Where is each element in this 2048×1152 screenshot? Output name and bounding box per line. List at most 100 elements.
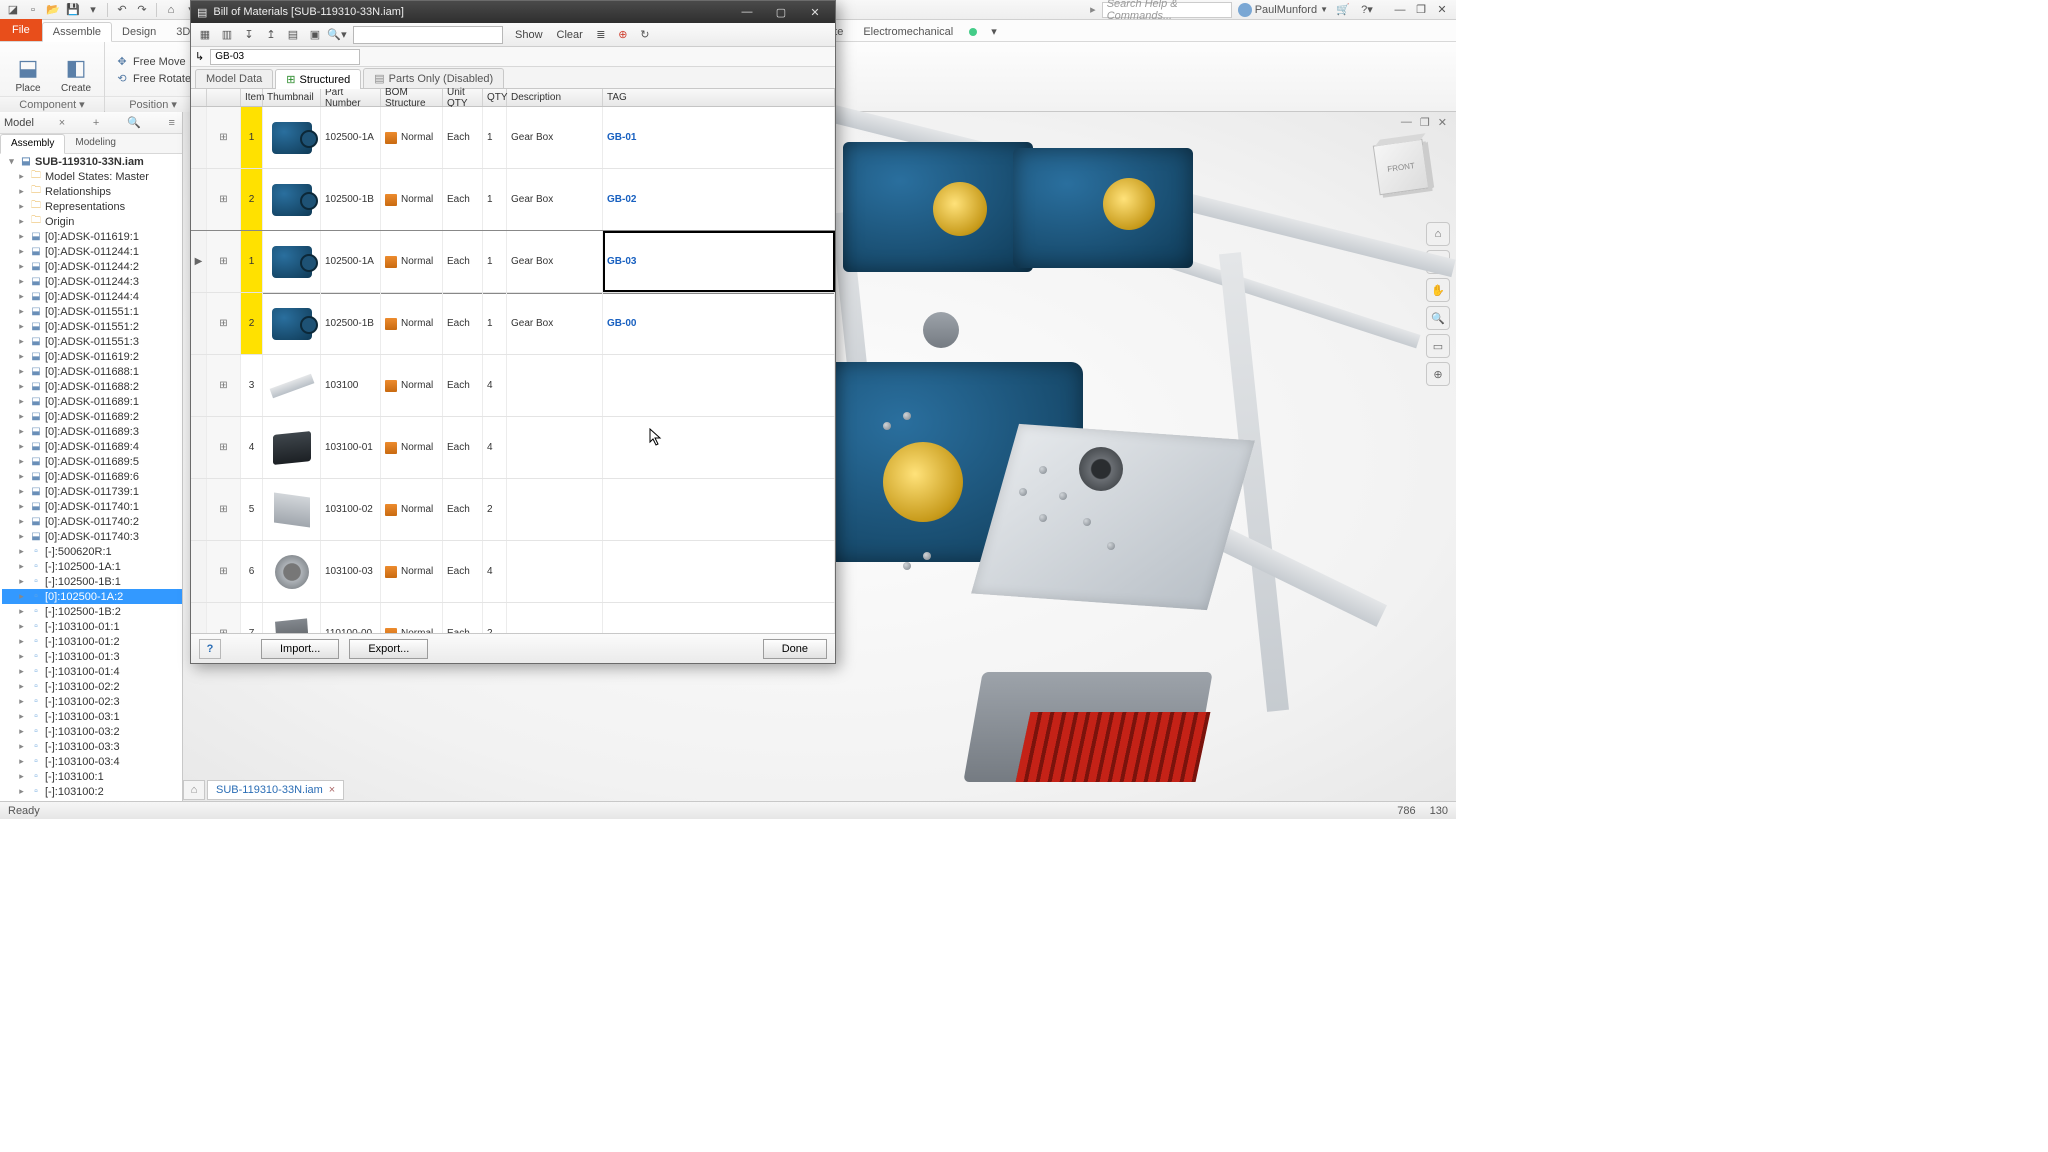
bom-row[interactable]: ⊞4103100-01NormalEach4 (191, 417, 835, 479)
open-icon[interactable]: 📂 (44, 2, 62, 18)
dialog-help-button[interactable]: ? (199, 639, 221, 659)
tree-node[interactable]: ▸▫[-]:103100-01:2 (2, 634, 182, 649)
tree-node[interactable]: ▸▫[-]:103100-02:2 (2, 679, 182, 694)
tool-find-icon[interactable]: 🔍▾ (327, 25, 347, 45)
redo-icon[interactable]: ↷ (133, 2, 151, 18)
free-move-button[interactable]: ✥Free Move (111, 54, 195, 70)
save-icon[interactable]: 💾 (64, 2, 82, 18)
bom-row[interactable]: ⊞2102500-1BNormalEach1Gear BoxGB-02 (191, 169, 835, 231)
tool-props-icon[interactable]: ≣ (591, 25, 611, 45)
show-button[interactable]: Show (509, 27, 549, 43)
bom-grid[interactable]: ⊞1102500-1ANormalEach1Gear BoxGB-01⊞2102… (191, 107, 835, 633)
tree-node[interactable]: ▸⬓[0]:ADSK-011689:5 (2, 454, 182, 469)
tree-node[interactable]: ▸⬓[0]:ADSK-011244:4 (2, 289, 182, 304)
bom-row[interactable]: ⊞5103100-02NormalEach2 (191, 479, 835, 541)
dialog-maximize-button[interactable]: ▢ (767, 6, 795, 19)
minimize-button[interactable]: — (1390, 2, 1410, 18)
dialog-minimize-button[interactable]: — (733, 6, 761, 18)
bom-search-input[interactable] (210, 49, 360, 65)
bom-row[interactable]: ⊞6103100-03NormalEach4 (191, 541, 835, 603)
tree-node[interactable]: ▸⬓[0]:ADSK-011689:4 (2, 439, 182, 454)
app-icon[interactable]: ◪ (4, 2, 22, 18)
tree-node[interactable]: ▸⬓[0]:ADSK-011740:2 (2, 514, 182, 529)
home-icon[interactable]: ⌂ (162, 2, 180, 18)
tree-node[interactable]: ▸▫[-]:103100-01:4 (2, 664, 182, 679)
tree-node[interactable]: ▸🗀Representations (2, 199, 182, 214)
tree-node[interactable]: ▸⬓[0]:ADSK-011689:6 (2, 469, 182, 484)
col-bomstructure[interactable]: BOM Structure (381, 89, 443, 106)
model-tree[interactable]: ▾⬓SUB-119310-33N.iam▸🗀Model States: Mast… (0, 154, 182, 801)
tree-node[interactable]: ▸⬓[0]:ADSK-011740:1 (2, 499, 182, 514)
create-button[interactable]: ◧Create (54, 44, 98, 96)
browser-add-icon[interactable]: + (90, 117, 102, 129)
col-qty[interactable]: QTY (483, 89, 507, 106)
ribbon-options-icon[interactable]: ▾ (981, 22, 1007, 41)
search-nav-icon[interactable]: ↳ (195, 50, 204, 63)
help-search-input[interactable]: Search Help & Commands... (1102, 2, 1232, 18)
col-description[interactable]: Description (507, 89, 603, 106)
tool-group-icon[interactable]: ▥ (217, 25, 237, 45)
col-tag[interactable]: TAG (603, 89, 835, 106)
browser-menu-icon[interactable]: ≡ (166, 117, 178, 129)
tree-node[interactable]: ▸⬓[0]:ADSK-011244:2 (2, 259, 182, 274)
ribbon-tab-assemble[interactable]: Assemble (42, 22, 112, 42)
tree-node[interactable]: ▸▫[-]:103100-01:1 (2, 619, 182, 634)
place-button[interactable]: ⬓Place (6, 44, 50, 96)
file-tab[interactable]: File (0, 19, 42, 41)
browser-tab-modeling[interactable]: Modeling (65, 134, 126, 153)
ribbon-tab-design[interactable]: Design (112, 23, 166, 41)
tree-node[interactable]: ▸🗀Relationships (2, 184, 182, 199)
done-button[interactable]: Done (763, 639, 827, 659)
tool-sort-asc-icon[interactable]: ↧ (239, 25, 259, 45)
bom-tab-partsonly[interactable]: ▤Parts Only (Disabled) (363, 68, 504, 88)
bom-row[interactable]: ⊞1102500-1ANormalEach1Gear BoxGB-01 (191, 107, 835, 169)
export-button[interactable]: Export... (349, 639, 428, 659)
tree-node[interactable]: ▸⬓[0]:ADSK-011551:2 (2, 319, 182, 334)
doctab-home-icon[interactable]: ⌂ (183, 780, 205, 800)
tree-node[interactable]: ▸⬓[0]:ADSK-011689:2 (2, 409, 182, 424)
tree-node[interactable]: ▸⬓[0]:ADSK-011688:1 (2, 364, 182, 379)
dialog-title-bar[interactable]: ▤ Bill of Materials [SUB-119310-33N.iam]… (191, 1, 835, 23)
tree-node[interactable]: ▸▫[-]:103100-01:3 (2, 649, 182, 664)
tool-combo[interactable] (353, 26, 503, 44)
tree-node[interactable]: ▸▫[-]:500620R:1 (2, 544, 182, 559)
bom-row[interactable]: ⊞3103100NormalEach4 (191, 355, 835, 417)
qat-arrow-icon[interactable]: ▾ (84, 2, 102, 18)
tree-node[interactable]: ▸🗀Model States: Master (2, 169, 182, 184)
free-rotate-button[interactable]: ⟲Free Rotate (111, 71, 195, 87)
col-thumb[interactable]: Thumbnail (263, 89, 321, 106)
bom-row[interactable]: ⊞7110100-00NormalEach2 (191, 603, 835, 633)
doctab-close-icon[interactable]: × (329, 784, 335, 796)
cart-icon[interactable]: 🛒 (1334, 2, 1352, 18)
user-account[interactable]: PaulMunford▼ (1238, 3, 1328, 17)
tree-node[interactable]: ▸⬓[0]:ADSK-011619:2 (2, 349, 182, 364)
browser-tab-assembly[interactable]: Assembly (0, 134, 65, 154)
tree-node[interactable]: ▸⬓[0]:ADSK-011244:1 (2, 244, 182, 259)
tree-node[interactable]: ▸▫[-]:103100-02:3 (2, 694, 182, 709)
ribbon-tab-electromechanical[interactable]: Electromechanical (853, 23, 963, 41)
help-icon[interactable]: ?▾ (1358, 2, 1376, 18)
tree-node[interactable]: ▸⬓[0]:ADSK-011740:3 (2, 529, 182, 544)
import-button[interactable]: Import... (261, 639, 339, 659)
tree-node[interactable]: ▸⬓[0]:ADSK-011739:1 (2, 484, 182, 499)
tree-node[interactable]: ▸▫[-]:102500-1B:1 (2, 574, 182, 589)
tool-view-icon[interactable]: ▦ (195, 25, 215, 45)
tree-node[interactable]: ▸⬓[0]:ADSK-011619:1 (2, 229, 182, 244)
tree-node[interactable]: ▸⬓[0]:ADSK-011688:2 (2, 379, 182, 394)
bom-tab-modeldata[interactable]: Model Data (195, 69, 273, 88)
tool-refresh-icon[interactable]: ↻ (635, 25, 655, 45)
tree-node[interactable]: ▸🗀Origin (2, 214, 182, 229)
tool-expand-icon[interactable]: ⊕ (613, 25, 633, 45)
col-unitqty[interactable]: Unit QTY (443, 89, 483, 106)
doctab-active[interactable]: SUB-119310-33N.iam× (207, 780, 344, 800)
browser-search-icon[interactable]: 🔍 (124, 116, 144, 129)
close-button[interactable]: ✕ (1432, 2, 1452, 18)
clear-button[interactable]: Clear (551, 27, 589, 43)
tree-node[interactable]: ▸⬓[0]:ADSK-011551:3 (2, 334, 182, 349)
col-partnumber[interactable]: Part Number (321, 89, 381, 106)
bom-row[interactable]: ▶⊞1102500-1ANormalEach1Gear BoxGB-03 (191, 231, 835, 293)
bom-row[interactable]: ⊞2102500-1BNormalEach1Gear BoxGB-00 (191, 293, 835, 355)
dialog-close-button[interactable]: ✕ (801, 6, 829, 19)
tree-node[interactable]: ▸⬓[0]:ADSK-011689:1 (2, 394, 182, 409)
tool-filter-icon[interactable]: ▤ (283, 25, 303, 45)
